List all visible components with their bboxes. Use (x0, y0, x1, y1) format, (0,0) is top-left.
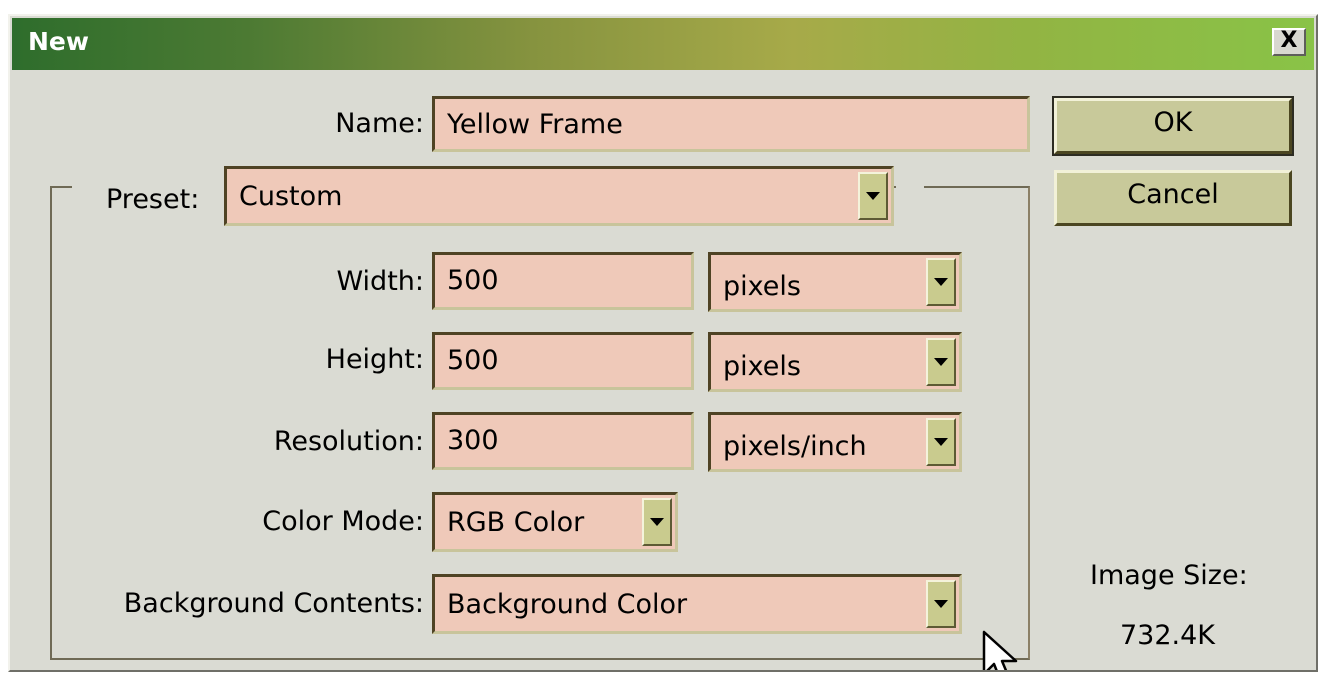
chevron-down-icon[interactable] (926, 258, 956, 306)
name-label: Name: (335, 108, 424, 139)
ok-button[interactable]: OK (1052, 96, 1294, 156)
new-document-dialog: New X Name: Yellow Frame Preset: Custom … (8, 14, 1318, 672)
background-contents-label: Background Contents: (123, 588, 424, 619)
mouse-pointer-icon (982, 630, 1018, 670)
name-input[interactable]: Yellow Frame (432, 96, 1030, 152)
chevron-down-icon[interactable] (926, 418, 956, 466)
title-bar[interactable]: New X (12, 18, 1314, 70)
width-input[interactable]: 500 (432, 252, 694, 310)
color-mode-value: RGB Color (447, 507, 585, 538)
color-mode-label: Color Mode: (262, 506, 424, 537)
preset-value: Custom (239, 181, 343, 212)
image-size-value: 732.4K (1120, 620, 1216, 651)
height-unit-value: pixels (723, 351, 801, 382)
preset-label: Preset: (106, 184, 200, 215)
screen: New X Name: Yellow Frame Preset: Custom … (0, 0, 1325, 681)
resolution-unit-value: pixels/inch (723, 431, 867, 462)
image-size-label: Image Size: (1090, 560, 1248, 591)
dialog-title: New (28, 27, 89, 56)
chevron-down-icon[interactable] (858, 172, 888, 220)
close-icon[interactable]: X (1272, 28, 1306, 56)
cancel-button[interactable]: Cancel (1054, 170, 1292, 226)
background-contents-value: Background Color (447, 589, 688, 620)
chevron-down-icon[interactable] (642, 498, 672, 546)
preset-select[interactable]: Custom (224, 166, 894, 226)
width-label: Width: (336, 266, 424, 297)
background-contents-select[interactable]: Background Color (432, 574, 962, 634)
group-box-gap-right (896, 180, 924, 194)
resolution-input[interactable]: 300 (432, 412, 694, 470)
height-input[interactable]: 500 (432, 332, 694, 390)
chevron-down-icon[interactable] (926, 580, 956, 628)
width-unit-value: pixels (723, 271, 801, 302)
height-unit-select[interactable]: pixels (708, 332, 962, 392)
width-unit-select[interactable]: pixels (708, 252, 962, 312)
chevron-down-icon[interactable] (926, 338, 956, 386)
height-label: Height: (325, 344, 424, 375)
resolution-label: Resolution: (273, 426, 424, 457)
resolution-unit-select[interactable]: pixels/inch (708, 412, 962, 472)
color-mode-select[interactable]: RGB Color (432, 492, 678, 552)
